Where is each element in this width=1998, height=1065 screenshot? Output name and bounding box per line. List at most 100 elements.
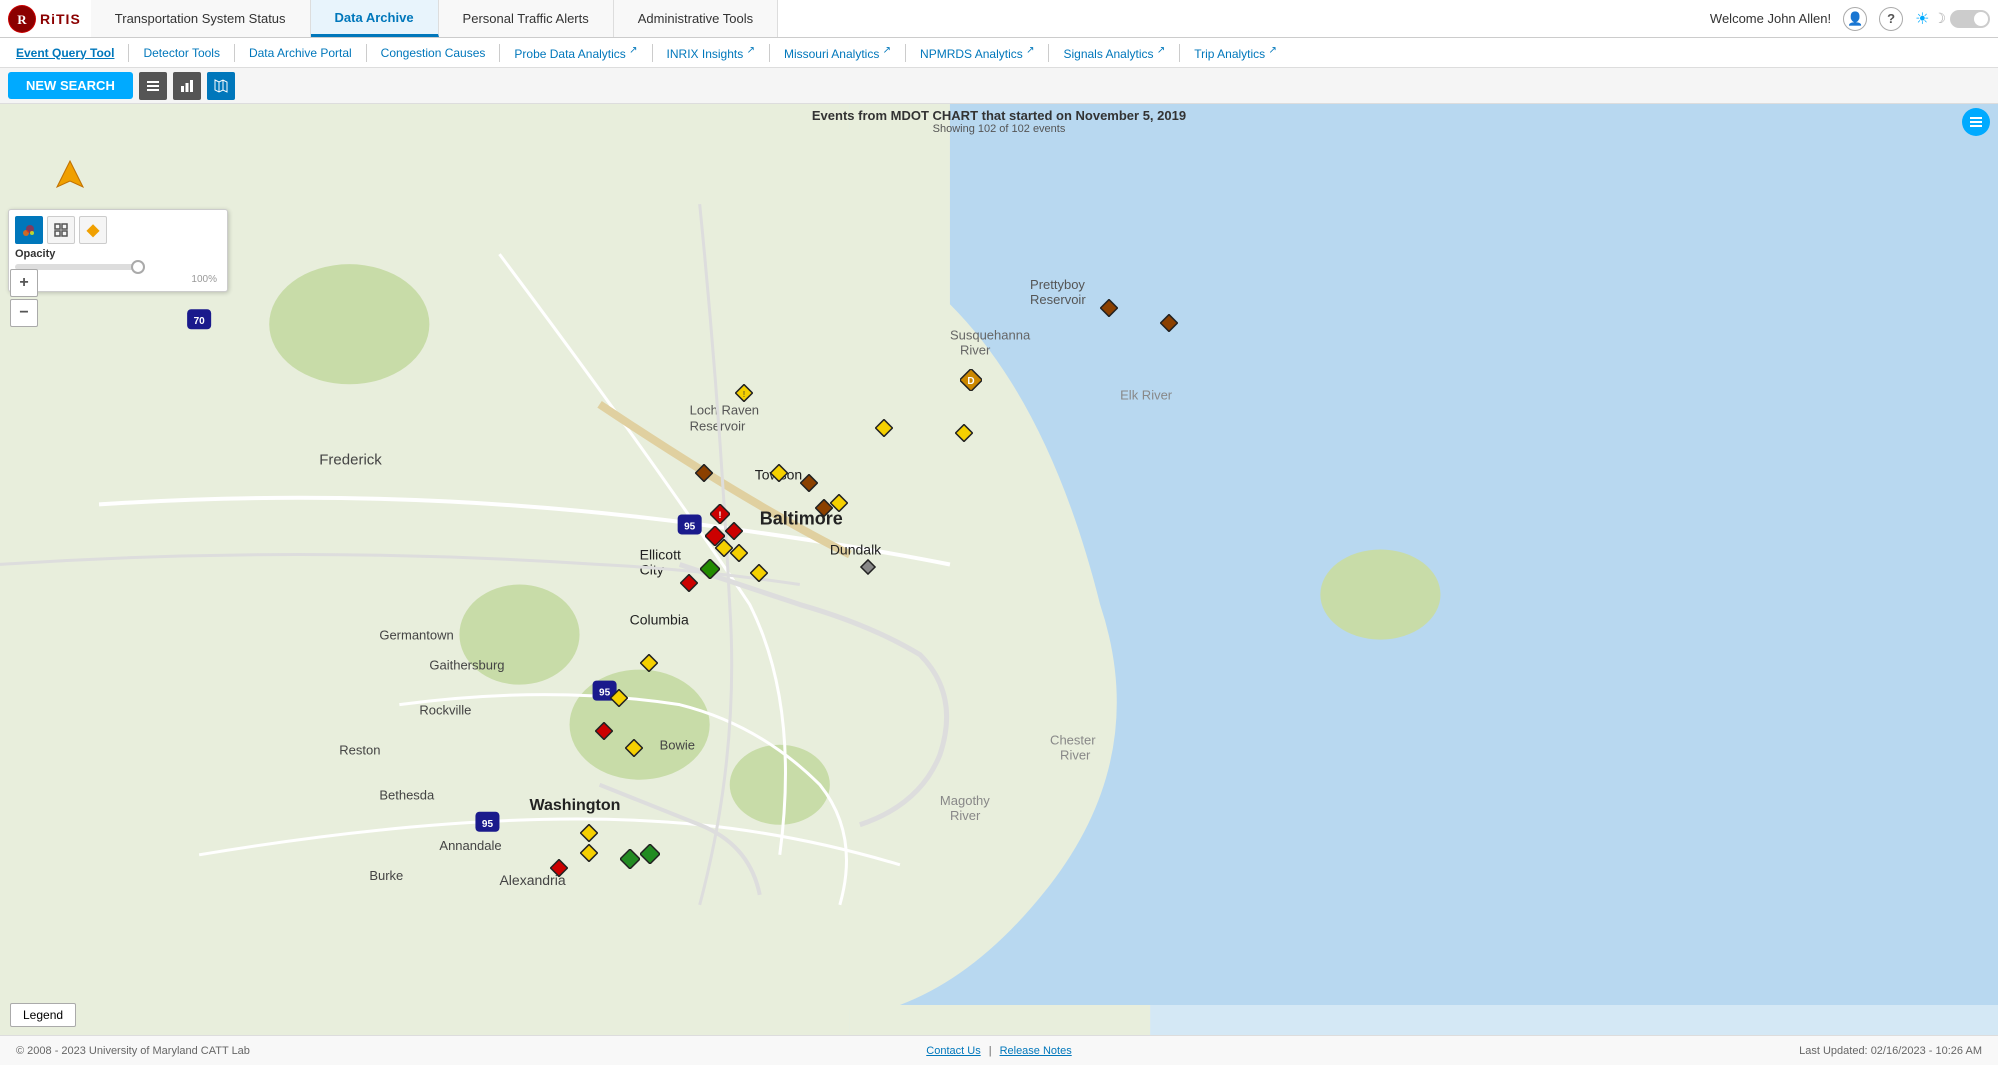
footer-release-link[interactable]: Release Notes xyxy=(1000,1045,1072,1057)
bar-chart-btn[interactable] xyxy=(173,72,201,100)
map-marker[interactable] xyxy=(640,844,660,867)
svg-text:95: 95 xyxy=(599,688,611,699)
map-marker[interactable] xyxy=(620,849,640,872)
map-marker[interactable] xyxy=(580,844,598,865)
list-view-btn[interactable] xyxy=(139,72,167,100)
divider xyxy=(499,44,500,62)
sub-nav-inrix[interactable]: INRIX Insights ↗ xyxy=(659,45,763,61)
sub-nav-congestion-causes[interactable]: Congestion Causes xyxy=(373,46,494,60)
tab-transportation[interactable]: Transportation System Status xyxy=(91,0,311,37)
svg-text:Prettyboy: Prettyboy xyxy=(1030,277,1085,292)
layer-diamond-btn[interactable]: ◆ xyxy=(79,216,107,244)
svg-text:Gaithersburg: Gaithersburg xyxy=(429,658,504,673)
map-marker[interactable] xyxy=(860,559,876,578)
header: R RiTIS Transportation System Status Dat… xyxy=(0,0,1998,38)
svg-text:R: R xyxy=(17,12,27,27)
map-marker[interactable] xyxy=(580,824,598,845)
logo-text: RiTIS xyxy=(40,11,81,27)
footer-right: Last Updated: 02/16/2023 - 10:26 AM xyxy=(1799,1045,1982,1057)
tab-personal-traffic[interactable]: Personal Traffic Alerts xyxy=(439,0,614,37)
map-marker[interactable] xyxy=(1100,299,1118,320)
svg-text:Elk River: Elk River xyxy=(1120,387,1173,402)
map-marker[interactable] xyxy=(1160,314,1178,335)
map-marker[interactable] xyxy=(830,494,848,515)
svg-text:Burke: Burke xyxy=(369,868,403,883)
nav-tabs: Transportation System Status Data Archiv… xyxy=(91,0,1710,37)
svg-text:River: River xyxy=(960,342,991,357)
logo-area: R RiTIS xyxy=(8,5,81,33)
footer-contact-link[interactable]: Contact Us xyxy=(926,1045,980,1057)
map-marker[interactable] xyxy=(875,419,893,440)
svg-text:!: ! xyxy=(719,510,722,520)
layer-heatmap-btn[interactable] xyxy=(15,216,43,244)
tab-admin-tools[interactable]: Administrative Tools xyxy=(614,0,778,37)
help-icon-btn[interactable]: ? xyxy=(1879,7,1903,31)
map-marker[interactable] xyxy=(770,464,788,485)
map-marker[interactable] xyxy=(715,539,733,560)
opacity-label: Opacity xyxy=(15,248,221,260)
map-marker[interactable] xyxy=(700,559,720,582)
layer-panel: ◆ Opacity 0% 100% xyxy=(8,209,228,292)
map-background: Baltimore Ellicott City Dundalk Columbia… xyxy=(0,104,1998,1035)
map-marker[interactable]: D xyxy=(960,369,982,394)
map-marker[interactable]: ! xyxy=(735,384,753,405)
svg-text:Dundalk: Dundalk xyxy=(830,541,882,557)
sub-nav-data-archive-portal[interactable]: Data Archive Portal xyxy=(241,46,360,60)
tab-data-archive[interactable]: Data Archive xyxy=(311,0,439,37)
map-arrow-indicator xyxy=(55,159,85,196)
map-marker[interactable] xyxy=(595,722,613,743)
logo-icon: R xyxy=(8,5,36,33)
map-marker[interactable] xyxy=(955,424,973,445)
toggle-area: ☀ ☽ xyxy=(1915,9,1990,29)
svg-text:Bowie: Bowie xyxy=(660,738,695,753)
sub-nav: Event Query Tool Detector Tools Data Arc… xyxy=(0,38,1998,68)
svg-text:95: 95 xyxy=(684,521,696,532)
map-menu-btn[interactable] xyxy=(1962,108,1990,136)
map-marker[interactable] xyxy=(800,474,818,495)
zoom-out-btn[interactable]: − xyxy=(10,299,38,327)
opacity-max: 100% xyxy=(191,274,217,285)
legend-button[interactable]: Legend xyxy=(10,1003,76,1027)
header-right: Welcome John Allen! 👤 ? ☀ ☽ xyxy=(1710,7,1990,31)
map-marker[interactable] xyxy=(680,574,698,595)
welcome-text: Welcome John Allen! xyxy=(1710,11,1831,26)
last-updated-value: 02/16/2023 - 10:26 AM xyxy=(1871,1045,1982,1057)
map-marker[interactable] xyxy=(625,739,643,760)
map-marker[interactable] xyxy=(750,564,768,585)
layer-grid-btn[interactable] xyxy=(47,216,75,244)
moon-icon: ☽ xyxy=(1933,10,1946,27)
divider xyxy=(652,44,653,62)
divider xyxy=(769,44,770,62)
sub-nav-detector-tools[interactable]: Detector Tools xyxy=(135,46,227,60)
divider xyxy=(905,44,906,62)
divider xyxy=(1048,44,1049,62)
svg-text:D: D xyxy=(967,376,974,387)
sub-nav-trip[interactable]: Trip Analytics ↗ xyxy=(1186,45,1285,61)
theme-toggle[interactable] xyxy=(1950,10,1990,28)
map-marker[interactable] xyxy=(640,654,658,675)
svg-text:River: River xyxy=(1060,748,1091,763)
sub-nav-signals[interactable]: Signals Analytics ↗ xyxy=(1055,45,1173,61)
zoom-in-btn[interactable]: + xyxy=(10,269,38,297)
map-view-btn[interactable] xyxy=(207,72,235,100)
sub-nav-missouri[interactable]: Missouri Analytics ↗ xyxy=(776,45,899,61)
sub-nav-npmrds[interactable]: NPMRDS Analytics ↗ xyxy=(912,45,1042,61)
user-icon-btn[interactable]: 👤 xyxy=(1843,7,1867,31)
footer-sep: | xyxy=(989,1045,992,1057)
svg-text:Ellicott: Ellicott xyxy=(640,546,681,562)
map-container[interactable]: Events from MDOT CHART that started on N… xyxy=(0,104,1998,1035)
svg-text:Rockville: Rockville xyxy=(419,703,471,718)
divider xyxy=(1179,44,1180,62)
new-search-button[interactable]: NEW SEARCH xyxy=(8,72,133,99)
sub-nav-probe-data[interactable]: Probe Data Analytics ↗ xyxy=(506,45,645,61)
svg-text:Susquehanna: Susquehanna xyxy=(950,327,1031,342)
map-marker[interactable] xyxy=(610,689,628,710)
svg-text:Columbia: Columbia xyxy=(630,612,689,628)
svg-text:River: River xyxy=(950,808,981,823)
divider xyxy=(366,44,367,62)
zoom-controls: + − xyxy=(10,269,38,327)
map-marker[interactable] xyxy=(550,859,568,880)
map-marker[interactable] xyxy=(695,464,713,485)
sub-nav-event-query[interactable]: Event Query Tool xyxy=(8,46,122,60)
divider xyxy=(128,44,129,62)
